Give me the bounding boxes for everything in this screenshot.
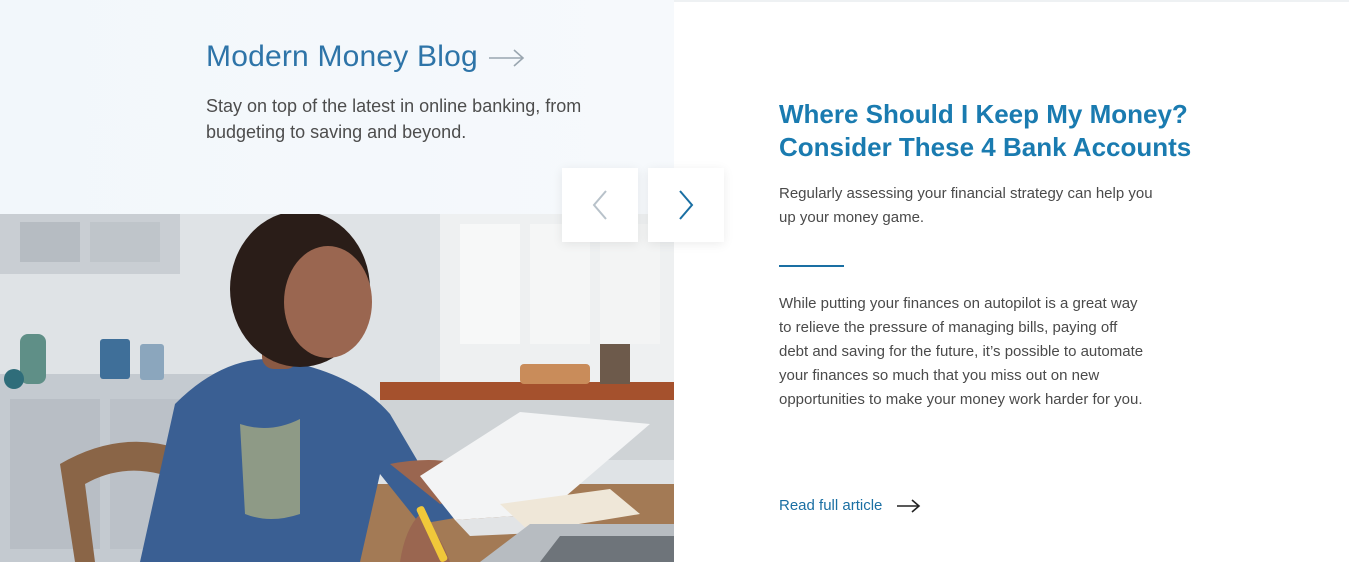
arrow-right-icon: [488, 49, 525, 67]
section-top-border: [674, 0, 1349, 2]
read-more-label: Read full article: [779, 497, 883, 514]
blog-carousel-section: Modern Money Blog Stay on top of the lat…: [0, 0, 1349, 562]
article-body: While putting your finances on autopilot…: [779, 295, 1144, 408]
carousel-next-button[interactable]: [648, 168, 724, 242]
arrow-right-icon: [897, 498, 921, 513]
article-image: [0, 214, 674, 562]
chevron-right-icon: [679, 190, 694, 220]
article-divider: [779, 265, 844, 267]
article-title: Where Should I Keep My Money? Consider T…: [779, 99, 1192, 162]
blog-title-link[interactable]: Modern Money Blog: [206, 40, 526, 74]
article-lead: Regularly assessing your financial strat…: [779, 185, 1153, 226]
carousel-prev-button[interactable]: [562, 168, 638, 242]
blog-title: Modern Money Blog: [206, 40, 478, 73]
woman-reviewing-papers-image: [0, 214, 674, 562]
chevron-left-icon: [592, 190, 607, 220]
blog-subtitle: Stay on top of the latest in online bank…: [206, 96, 582, 142]
read-full-article-link[interactable]: Read full article: [779, 497, 922, 514]
